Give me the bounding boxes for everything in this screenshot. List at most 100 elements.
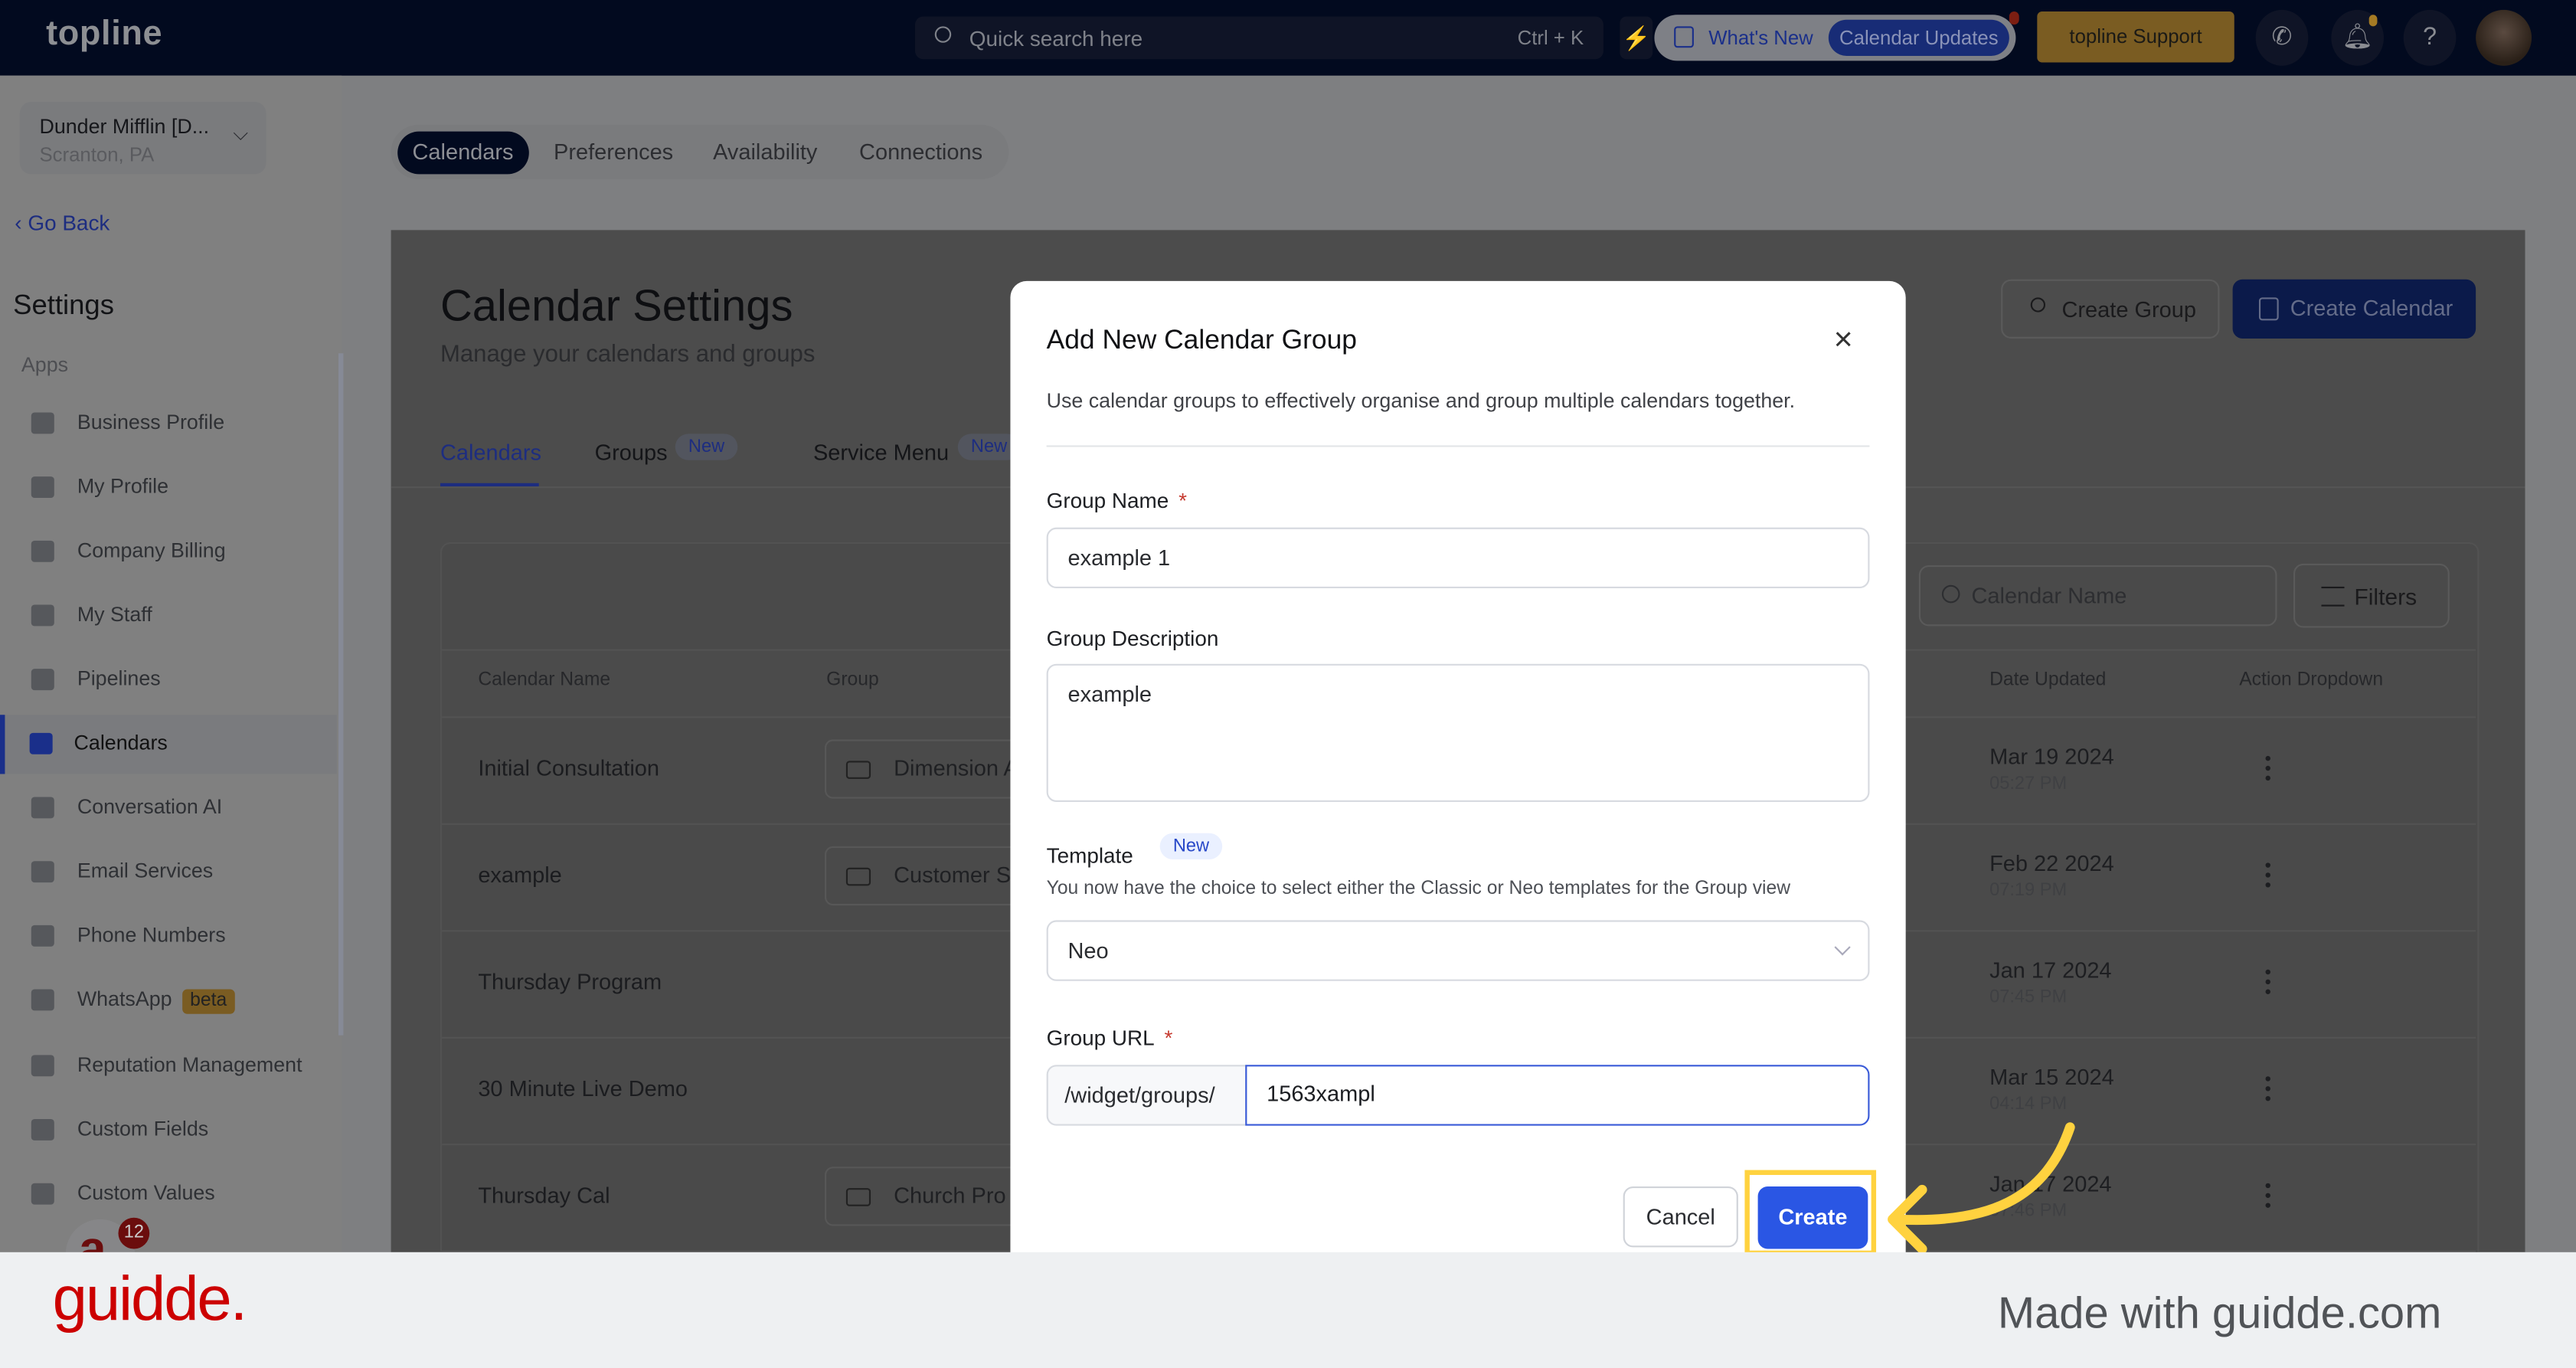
sidebar-item-custom-values[interactable]: Custom Values [0, 1165, 337, 1224]
calendar-icon [2258, 297, 2279, 321]
calendar-updates-pill[interactable]: Calendar Updates [1828, 19, 2009, 56]
calendar-name[interactable]: Thursday Cal [478, 1183, 610, 1208]
label-text: Reputation Management [77, 1053, 302, 1077]
sidebar-item-business-profile[interactable]: Business Profile [0, 394, 337, 453]
group-name-field[interactable]: example 1 [1046, 527, 1870, 589]
tab-connections[interactable]: Connections [845, 132, 998, 175]
settings-tabs: Calendars Preferences Availability Conne… [391, 125, 1009, 179]
group-url-label: Group URL * [1047, 1026, 1173, 1050]
group-url-field[interactable]: 1563xampl [1245, 1065, 1870, 1126]
more-vertical-icon[interactable] [2257, 1178, 2280, 1214]
search-placeholder: Calendar Name [1971, 583, 2127, 608]
create-group-button[interactable]: Create Group [2001, 279, 2220, 339]
whats-new-label: What's New [1708, 26, 1813, 50]
help-icon[interactable]: ? [2403, 9, 2457, 66]
group-name-label: Group Name * [1047, 488, 1187, 512]
pointer-arrow-icon [1888, 1122, 2075, 1254]
close-icon[interactable]: × [1827, 324, 1860, 357]
phone-icon [31, 925, 54, 947]
calendar-name[interactable]: Thursday Program [478, 970, 662, 994]
sidebar-item-my-staff[interactable]: My Staff [0, 587, 337, 646]
calendar-name[interactable]: Initial Consultation [478, 756, 659, 781]
sidebar-scrollbar[interactable] [338, 353, 344, 1036]
more-vertical-icon[interactable] [2257, 751, 2280, 787]
select-value: Neo [1067, 938, 1109, 964]
create-calendar-button[interactable]: Create Calendar [2232, 279, 2476, 339]
sidebar-item-phone-numbers[interactable]: Phone Numbers [0, 907, 337, 966]
time-updated: 04:14 PM [1989, 1094, 2068, 1114]
column-header[interactable]: Calendar Name [478, 670, 610, 690]
sidebar-item-pipelines[interactable]: Pipelines [0, 651, 337, 710]
label-text: Pipelines [77, 667, 161, 691]
staff-icon [31, 604, 54, 627]
sidebar-item-label: Calendars [74, 731, 168, 754]
template-select[interactable]: Neo [1046, 920, 1870, 981]
whats-new-button[interactable]: What's New Calendar Updates [1654, 15, 2016, 61]
sidebar-item-my-profile[interactable]: My Profile [0, 459, 337, 518]
sidebar-item-conversation-ai[interactable]: Conversation AI [0, 779, 337, 838]
more-vertical-icon[interactable] [2257, 858, 2280, 894]
label-text: Group URL [1046, 1025, 1155, 1050]
label-text: My Profile [77, 475, 169, 499]
label-text: Custom Fields [77, 1117, 209, 1141]
chevron-left-icon: ‹ [15, 210, 28, 235]
filters-button[interactable]: Filters [2293, 563, 2450, 628]
sidebar-item-label: Business Profile [77, 411, 224, 434]
quick-search[interactable]: Quick search here Ctrl + K [914, 16, 1603, 60]
field-value: example [1067, 682, 1152, 707]
column-header[interactable]: Date Updated [1989, 670, 2106, 690]
subtab-calendars[interactable]: Calendars [440, 440, 541, 465]
label-text: Calendars [74, 731, 168, 754]
label-text: WhatsApp [77, 987, 172, 1011]
app-logo[interactable]: topline [46, 15, 162, 54]
more-vertical-icon[interactable] [2257, 1072, 2280, 1108]
calendar-search-input[interactable]: Calendar Name [1918, 565, 2277, 627]
calendar-name[interactable]: example [478, 862, 561, 887]
group-chip[interactable]: Customer S [824, 846, 1038, 906]
date-updated: Mar 15 2024 [1989, 1065, 2114, 1090]
time-updated: 07:45 PM [1989, 987, 2068, 1008]
sidebar-item-label: Company Billing [77, 539, 226, 562]
sidebar-item-calendars[interactable]: Calendars [0, 715, 337, 774]
subtab-groups[interactable]: Groups [595, 440, 668, 465]
avatar[interactable] [2476, 9, 2532, 66]
tab-calendars[interactable]: Calendars [397, 131, 528, 175]
column-header[interactable]: Group [826, 670, 879, 690]
required-mark: * [1178, 488, 1188, 513]
group-description-field[interactable]: example [1046, 663, 1870, 802]
sidebar-item-whatsapp[interactable]: WhatsApp beta [0, 971, 337, 1030]
sidebar-item-company-billing[interactable]: Company Billing [0, 522, 337, 581]
sidebar-item-label: My Staff [77, 603, 152, 626]
new-badge: New [1159, 833, 1223, 860]
more-vertical-icon[interactable] [2257, 964, 2280, 1000]
briefcase-icon [31, 412, 54, 434]
label-text: My Staff [77, 603, 152, 627]
add-user-icon [2030, 297, 2046, 313]
guidde-footer: guidde. Made with guidde.com [0, 1252, 2576, 1368]
lightning-icon[interactable]: ⚡ [1620, 16, 1653, 60]
account-switcher[interactable]: Dunder Mifflin [D... Scranton, PA ⌵ [19, 102, 266, 175]
sidebar-item-email-services[interactable]: Email Services [0, 843, 337, 902]
cancel-button[interactable]: Cancel [1623, 1186, 1738, 1248]
tab-preferences[interactable]: Preferences [539, 132, 688, 175]
subtab-service-menu[interactable]: Service Menu [813, 440, 949, 465]
tab-availability[interactable]: Availability [698, 132, 832, 175]
create-button[interactable]: Create [1757, 1186, 1868, 1249]
group-url-prefix: /widget/groups/ [1046, 1065, 1247, 1126]
support-button[interactable]: topline Support [2037, 11, 2234, 63]
required-mark: * [1164, 1025, 1173, 1050]
calendar-name[interactable]: 30 Minute Live Demo [478, 1076, 688, 1101]
phone-icon[interactable]: ✆ [2255, 9, 2309, 66]
sidebar-item-custom-fields[interactable]: Custom Fields [0, 1101, 337, 1160]
group-chip[interactable]: Church Pro [824, 1167, 1038, 1226]
whatsapp-icon [31, 989, 54, 1011]
group-chip[interactable]: Dimension A [824, 739, 1038, 799]
date-updated: Mar 19 2024 [1989, 744, 2114, 770]
notification-dot [2009, 11, 2019, 25]
go-back-link[interactable]: ‹ Go Back [15, 211, 110, 235]
modal-title: Add New Calendar Group [1046, 325, 1357, 355]
chat-badge-count: 12 [118, 1217, 150, 1249]
date-updated: Feb 22 2024 [1989, 851, 2114, 876]
group-name: Church Pro [894, 1183, 1006, 1208]
sidebar-item-reputation-management[interactable]: Reputation Management [0, 1037, 337, 1096]
